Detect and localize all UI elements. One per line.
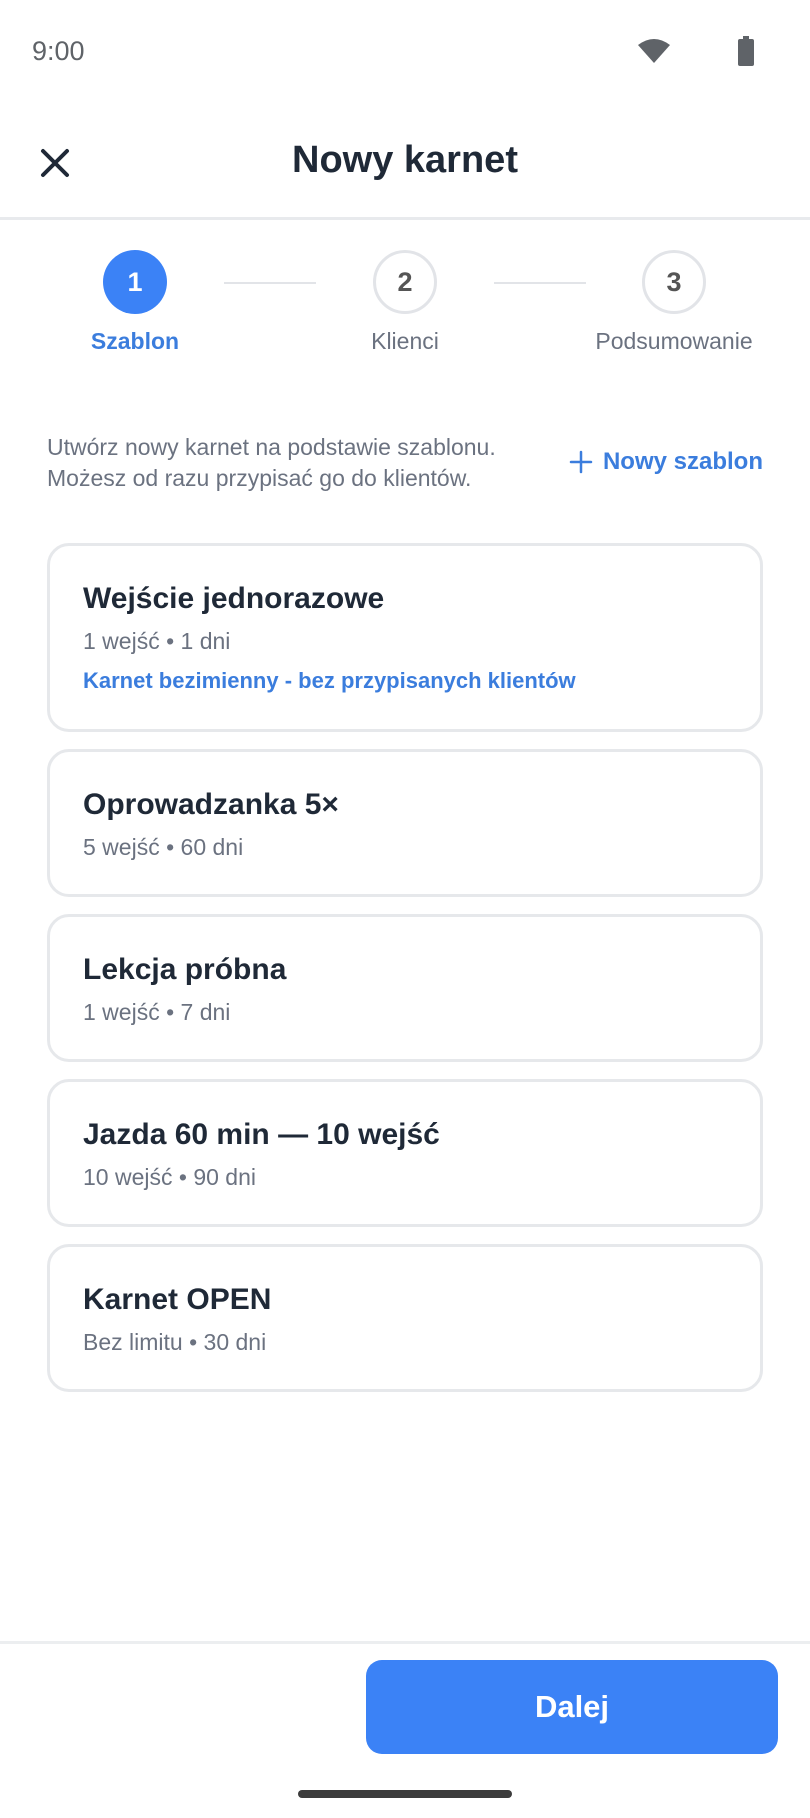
template-name: Oprowadzanka 5× [83, 788, 339, 821]
step-label: Klienci [371, 328, 439, 354]
template-card[interactable]: Oprowadzanka 5× 5 wejść • 60 dni [47, 749, 763, 897]
header: Nowy karnet [0, 104, 810, 220]
template-note: Karnet bezimienny - bez przypisanych kli… [83, 668, 576, 693]
plus-icon [569, 450, 593, 474]
template-name: Lekcja próbna [83, 953, 287, 986]
template-card[interactable]: Lekcja próbna 1 wejść • 7 dni [47, 914, 763, 1062]
step-clients: 2 Klienci [285, 250, 525, 355]
template-name: Karnet OPEN [83, 1283, 272, 1316]
intro-line-1: Utwórz nowy karnet na podstawie szablonu… [47, 434, 496, 460]
stepper: 1 Szablon 2 Klienci 3 Podsumowanie [0, 250, 810, 360]
step-number: 3 [642, 250, 706, 314]
template-meta: 10 wejść • 90 dni [83, 1164, 256, 1190]
step-number: 1 [103, 250, 167, 314]
intro-line-2: Możesz od razu przypisać go do klientów. [47, 465, 472, 491]
step-template: 1 Szablon [15, 250, 255, 355]
step-number: 2 [373, 250, 437, 314]
template-list: Wejście jednorazowe 1 wejść • 1 dni Karn… [47, 543, 763, 1409]
new-template-button[interactable]: Nowy szablon [569, 448, 763, 476]
template-card[interactable]: Wejście jednorazowe 1 wejść • 1 dni Karn… [47, 543, 763, 732]
status-bar: 9:00 [0, 0, 810, 104]
home-indicator[interactable] [298, 1790, 512, 1798]
template-card[interactable]: Jazda 60 min — 10 wejść 10 wejść • 90 dn… [47, 1079, 763, 1227]
new-template-label: Nowy szablon [602, 448, 763, 475]
wifi-icon [638, 39, 670, 63]
template-name: Wejście jednorazowe [83, 582, 385, 615]
page-title: Nowy karnet [292, 139, 518, 181]
template-name: Jazda 60 min — 10 wejść [83, 1118, 440, 1151]
next-button[interactable]: Dalej [366, 1660, 778, 1754]
template-card[interactable]: Karnet OPEN Bez limitu • 30 dni [47, 1244, 763, 1392]
template-meta: Bez limitu • 30 dni [83, 1329, 267, 1355]
step-label: Podsumowanie [595, 328, 753, 354]
step-summary: 3 Podsumowanie [554, 250, 794, 355]
template-meta: 1 wejść • 7 dni [83, 999, 231, 1025]
battery-icon [738, 36, 754, 66]
template-meta: 1 wejść • 1 dni [83, 628, 231, 654]
intro-text: Utwórz nowy karnet na podstawie szablonu… [47, 432, 517, 494]
status-time: 9:00 [32, 35, 85, 66]
template-meta: 5 wejść • 60 dni [83, 834, 244, 860]
step-label: Szablon [90, 328, 180, 354]
